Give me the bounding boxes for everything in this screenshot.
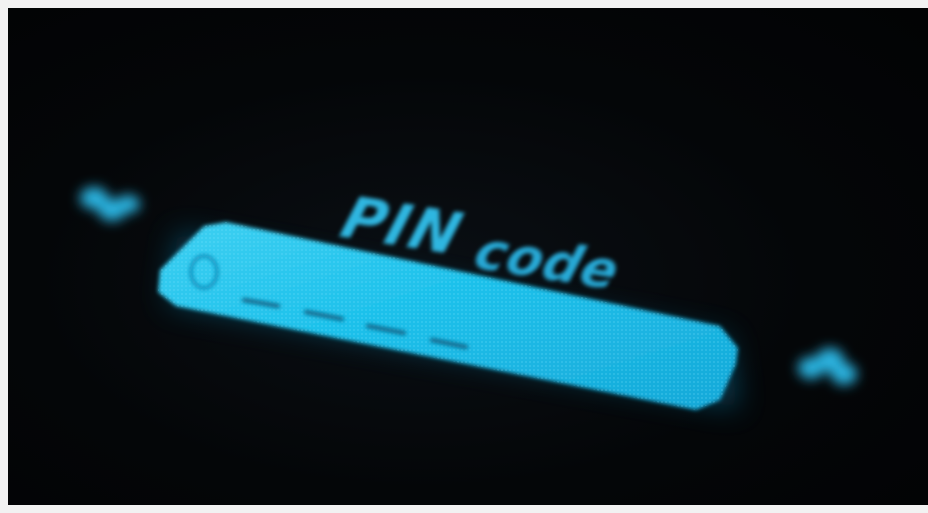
- screenshot-frame: PIN code: [0, 0, 928, 513]
- left-led-indicator-icon: [80, 187, 140, 221]
- device-photo: PIN code: [8, 8, 928, 505]
- right-led-indicator-icon: [798, 348, 857, 385]
- lcd-display: PIN code: [80, 184, 857, 410]
